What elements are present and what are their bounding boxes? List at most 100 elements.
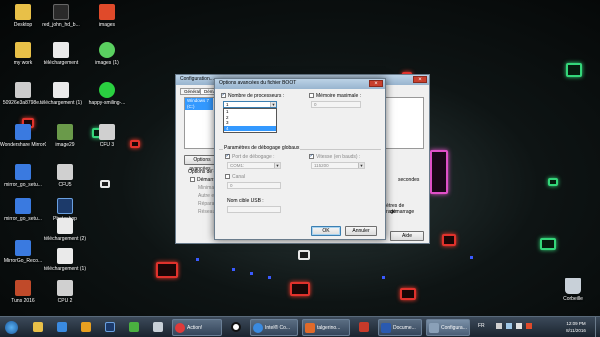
camtasia-icon — [129, 322, 139, 332]
chrome-icon — [253, 323, 263, 333]
desktop-icon[interactable]: Tuns 2016 — [0, 280, 46, 304]
boot-label: démarrage — [390, 209, 415, 215]
decor-speck — [196, 258, 199, 261]
ok-button[interactable]: OK — [311, 226, 341, 236]
taskbar-pinned-app[interactable] — [148, 319, 168, 336]
desktop-icon[interactable]: happy-smiling-... — [84, 82, 130, 106]
decor-speck — [250, 272, 253, 275]
image-icon — [53, 42, 69, 58]
word-icon — [381, 323, 391, 333]
clock[interactable]: 12:09 PM 8/11/2016 — [558, 320, 594, 334]
chevron-down-icon[interactable]: ▼ — [270, 102, 276, 107]
opera-icon — [231, 322, 241, 332]
desktop-icon[interactable]: Wondershare MirrorGo — [0, 124, 46, 148]
folder-icon — [15, 4, 31, 20]
show-desktop-button[interactable] — [595, 317, 600, 337]
decor-cube — [130, 140, 140, 148]
usb-target-input[interactable] — [227, 206, 281, 213]
mirrorgo-icon — [15, 240, 31, 256]
image-icon — [53, 82, 69, 98]
desktop-icon[interactable]: MirrorGo_Reco... — [0, 240, 46, 264]
desktop-icon[interactable]: red_john_hd_b... — [38, 4, 84, 28]
taskbar-pinned-app[interactable] — [28, 319, 48, 336]
start-button[interactable] — [2, 319, 20, 336]
taskbar-item[interactable]: talgerino... — [302, 319, 350, 336]
close-button[interactable]: × — [369, 80, 383, 87]
decor-speck — [382, 276, 385, 279]
desktop-icon[interactable]: images (1) — [84, 42, 130, 66]
max-memory-input[interactable]: 0 — [311, 101, 361, 108]
volume-icon[interactable] — [516, 323, 522, 329]
desktop-icon-recycle-bin[interactable]: Corbeille — [550, 278, 596, 302]
desktop-icon[interactable]: images — [84, 4, 130, 28]
num-processors-checkbox[interactable]: Nombre de processeurs : — [221, 92, 284, 99]
tray-icons — [492, 322, 552, 332]
network-icon[interactable] — [506, 323, 512, 329]
taskbar-item[interactable]: Action! — [172, 319, 222, 336]
taskbar-pinned-app[interactable] — [354, 319, 374, 336]
image-icon — [57, 248, 73, 264]
window-title: Configuration... — [180, 76, 214, 82]
decor-cube — [566, 63, 582, 77]
image-icon — [53, 4, 69, 20]
close-button[interactable]: × — [413, 76, 427, 83]
num-processors-select[interactable]: 1 ▼ — [223, 101, 277, 108]
decor-cube — [442, 234, 456, 246]
dialog-titlebar[interactable]: Options avancées du fichier BOOT × — [215, 79, 385, 89]
windows-logo-icon — [5, 321, 18, 334]
taskbar-pinned-app[interactable] — [76, 319, 96, 336]
channel-checkbox[interactable]: Canal — [225, 174, 245, 180]
debug-port-select[interactable]: COM1: ▼ — [227, 162, 281, 169]
num-processors-dropdown-list[interactable]: 1 2 3 4 — [223, 108, 277, 133]
desktop-icon[interactable]: téléchargement (1) — [42, 248, 88, 272]
taskbar-pinned-app[interactable] — [226, 319, 246, 336]
image-icon — [15, 82, 31, 98]
flag-icon[interactable] — [496, 323, 502, 329]
debug-port-checkbox[interactable]: Port de débogage : — [225, 153, 275, 160]
radio-minimal[interactable]: Minimal — [198, 185, 215, 191]
photoshop-icon — [105, 322, 115, 332]
desktop-icon[interactable]: téléchargement — [38, 42, 84, 66]
photoshop-icon — [57, 198, 73, 214]
language-indicator[interactable]: FR — [478, 323, 485, 329]
taskbar-pinned-app[interactable] — [100, 319, 120, 336]
max-memory-checkbox[interactable]: Mémoire maximale : — [309, 93, 361, 99]
dialog-title: Options avancées du fichier BOOT — [219, 80, 297, 86]
baud-rate-select[interactable]: 115200 ▼ — [311, 162, 365, 169]
desktop-icon[interactable]: téléchargement (1) — [38, 82, 84, 106]
help-button[interactable]: Aide — [390, 231, 424, 241]
image-icon — [99, 124, 115, 140]
dropdown-option-selected[interactable]: 4 — [224, 125, 276, 131]
desktop-icon[interactable]: CPU 2 — [42, 280, 88, 304]
advanced-boot-options-dialog[interactable]: Options avancées du fichier BOOT × Nombr… — [214, 78, 386, 240]
smiley-icon — [99, 82, 115, 98]
desktop-icon[interactable]: mirror_go_setu... — [0, 164, 46, 188]
media-player-icon — [81, 322, 91, 332]
taskbar-pinned-app[interactable] — [124, 319, 144, 336]
radio-network[interactable]: Réseau — [198, 209, 215, 215]
desktop-icon[interactable]: téléchargement (2) — [42, 218, 88, 242]
image-icon — [57, 164, 73, 180]
decor-speck — [268, 276, 271, 279]
decor-cube — [548, 178, 558, 186]
list-item[interactable]: Windows 7 (C:) — [185, 98, 213, 110]
cancel-button[interactable]: Annuler — [345, 226, 377, 236]
decor-cube — [156, 262, 178, 278]
chevron-down-icon: ▼ — [358, 163, 364, 168]
app-tray-icon[interactable] — [526, 323, 532, 329]
desktop-icon[interactable]: image29 — [42, 124, 88, 148]
taskbar-item-active[interactable]: Configura... — [426, 319, 470, 336]
installer-icon — [15, 164, 31, 180]
desktop-icon[interactable]: CFU 3 — [84, 124, 130, 148]
decor-cube — [430, 150, 448, 194]
installer-icon — [15, 198, 31, 214]
taskbar-item[interactable]: Docume... — [378, 319, 422, 336]
image-icon — [57, 280, 73, 296]
taskbar-item[interactable]: Intel® Co... — [250, 319, 298, 336]
mirrorgo-icon — [15, 124, 31, 140]
desktop-icon[interactable]: CFU5 — [42, 164, 88, 188]
desktop-icon[interactable]: mirror_go_setu... — [0, 198, 46, 222]
taskbar-pinned-app[interactable] — [52, 319, 72, 336]
channel-input[interactable]: 0 — [227, 182, 281, 189]
baud-rate-checkbox[interactable]: Vitesse (en bauds) : — [309, 153, 360, 160]
